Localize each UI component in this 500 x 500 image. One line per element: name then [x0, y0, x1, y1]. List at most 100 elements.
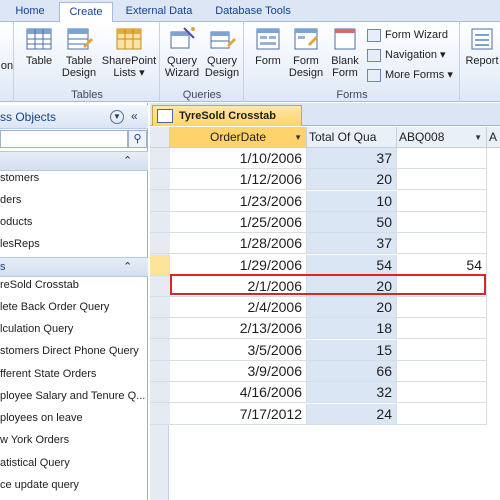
ribbon: on Table Table Design SharePoint Lists ▾… — [0, 22, 500, 102]
nav-item-products[interactable]: oducts — [0, 211, 148, 233]
cell-total[interactable]: 37 — [307, 233, 397, 255]
cell-orderdate[interactable]: 3/5/2006 — [170, 339, 307, 361]
cell-total[interactable]: 18 — [307, 318, 397, 340]
cell-total[interactable]: 37 — [307, 148, 397, 169]
cell-orderdate[interactable]: 2/1/2006 — [170, 275, 307, 297]
cell-total[interactable]: 15 — [307, 339, 397, 361]
record-selector[interactable] — [150, 254, 170, 276]
form-design-button[interactable]: Form Design — [287, 26, 325, 79]
nav-item-query[interactable]: ployees on leave — [0, 407, 148, 429]
cell-orderdate[interactable]: 2/4/2006 — [170, 297, 307, 319]
cell-total[interactable]: 20 — [307, 297, 397, 319]
cell-orderdate[interactable]: 1/28/2006 — [170, 233, 307, 255]
cell-abq008[interactable] — [397, 169, 487, 191]
table-design-button[interactable]: Table Design — [59, 26, 99, 79]
query-design-button[interactable]: Query Design — [203, 26, 241, 79]
cell-total[interactable]: 50 — [307, 211, 397, 233]
cell-total[interactable]: 54 — [307, 254, 397, 276]
nav-header[interactable]: ss Objects ▼ « — [0, 105, 148, 129]
cell-total[interactable]: 20 — [307, 169, 397, 191]
cell-orderdate[interactable]: 1/12/2006 — [170, 169, 307, 191]
document-tab[interactable]: TyreSold Crosstab — [152, 105, 302, 126]
nav-item-query[interactable]: lete Back Order Query — [0, 296, 148, 318]
cell-orderdate[interactable]: 3/9/2006 — [170, 361, 307, 382]
record-selector[interactable] — [150, 318, 170, 340]
record-selector[interactable] — [150, 275, 170, 297]
record-selector[interactable] — [150, 297, 170, 319]
search-icon[interactable]: ⚲ — [128, 130, 147, 148]
cell-total[interactable]: 24 — [307, 403, 397, 425]
section-collapse-icon[interactable]: ⌃ — [123, 260, 132, 273]
cell-total[interactable]: 32 — [307, 382, 397, 404]
record-selector[interactable] — [150, 148, 170, 169]
cell-orderdate[interactable]: 4/16/2006 — [170, 382, 307, 404]
cell-total[interactable]: 20 — [307, 275, 397, 297]
record-selector[interactable] — [150, 211, 170, 233]
section-collapse-icon[interactable]: ⌃ — [123, 154, 132, 167]
column-header-abq008[interactable]: ABQ008 ▼ — [397, 127, 487, 148]
nav-search-input[interactable] — [0, 130, 128, 148]
cell-orderdate[interactable]: 7/17/2012 — [170, 403, 307, 425]
cell-total[interactable]: 10 — [307, 190, 397, 212]
form-button[interactable]: Form — [249, 26, 287, 67]
cell-abq008[interactable] — [397, 361, 487, 382]
cell-abq008[interactable] — [397, 190, 487, 212]
more-forms-button[interactable]: More Forms ▾ — [367, 66, 453, 84]
blank-form-button[interactable]: Blank Form — [327, 26, 363, 79]
cell-abq008[interactable] — [397, 211, 487, 233]
cell-abq008[interactable]: 54 — [397, 254, 487, 276]
nav-menu-chevron-icon[interactable]: ▼ — [110, 110, 124, 124]
record-selector[interactable] — [150, 361, 170, 382]
cell-abq008[interactable] — [397, 297, 487, 319]
query-wizard-button[interactable]: Query Wizard — [163, 26, 201, 79]
column-header-orderdate[interactable]: OrderDate ▼ — [170, 127, 307, 148]
column-header-total[interactable]: Total Of Qua — [307, 127, 397, 148]
datasheet-grid[interactable]: OrderDate ▼ Total Of Qua ABQ008 ▼ A 1/10… — [150, 127, 500, 500]
tab-home[interactable]: Home — [6, 2, 54, 22]
report-button[interactable]: Report — [464, 26, 500, 67]
select-all-corner[interactable] — [150, 127, 170, 148]
cell-orderdate[interactable]: 2/13/2006 — [170, 318, 307, 340]
partial-button-label[interactable]: on — [0, 60, 14, 72]
tab-database-tools[interactable]: Database Tools — [208, 2, 298, 22]
record-selector[interactable] — [150, 190, 170, 212]
nav-item-query[interactable]: ce update query — [0, 474, 148, 496]
sort-dropdown-icon[interactable]: ▼ — [474, 127, 482, 147]
cell-abq008[interactable] — [397, 148, 487, 169]
cell-orderdate[interactable]: 1/29/2006 — [170, 254, 307, 276]
nav-item-query[interactable]: fferent State Orders — [0, 363, 148, 385]
record-selector[interactable] — [150, 339, 170, 361]
nav-item-customers[interactable]: stomers — [0, 167, 148, 189]
cell-abq008[interactable] — [397, 339, 487, 361]
cell-orderdate[interactable]: 1/25/2006 — [170, 211, 307, 233]
sort-dropdown-icon[interactable]: ▼ — [294, 127, 302, 147]
cell-orderdate[interactable]: 1/23/2006 — [170, 190, 307, 212]
record-selector[interactable] — [150, 382, 170, 404]
cell-abq008[interactable] — [397, 382, 487, 404]
nav-item-query[interactable]: ployee Salary and Tenure Q... — [0, 385, 148, 407]
cell-total[interactable]: 66 — [307, 361, 397, 382]
nav-item-salesreps[interactable]: lesReps — [0, 233, 148, 255]
tab-create[interactable]: Create — [59, 2, 113, 23]
record-selector[interactable] — [150, 233, 170, 255]
cell-abq008[interactable] — [397, 318, 487, 340]
nav-item-orders[interactable]: ders — [0, 189, 148, 211]
cell-abq008[interactable] — [397, 233, 487, 255]
form-wizard-button[interactable]: Form Wizard — [367, 26, 448, 44]
table-button[interactable]: Table — [21, 26, 57, 67]
sharepoint-lists-button[interactable]: SharePoint Lists ▾ — [101, 26, 157, 79]
navigation-button[interactable]: Navigation ▾ — [367, 46, 446, 64]
nav-collapse-icon[interactable]: « — [131, 109, 138, 123]
nav-item-query[interactable]: w York Orders — [0, 429, 148, 451]
cell-abq008[interactable] — [397, 275, 487, 297]
nav-item-query[interactable]: stomers Direct Phone Query — [0, 340, 148, 362]
record-selector[interactable] — [150, 403, 170, 425]
tab-external-data[interactable]: External Data — [118, 2, 200, 22]
cell-abq008[interactable] — [397, 403, 487, 425]
nav-item-query[interactable]: reSold Crosstab — [0, 274, 148, 296]
cell-orderdate[interactable]: 1/10/2006 — [170, 148, 307, 169]
column-header-next[interactable]: A — [487, 127, 500, 148]
nav-item-query[interactable]: lculation Query — [0, 318, 148, 340]
nav-item-query[interactable]: atistical Query — [0, 452, 148, 474]
record-selector[interactable] — [150, 169, 170, 191]
